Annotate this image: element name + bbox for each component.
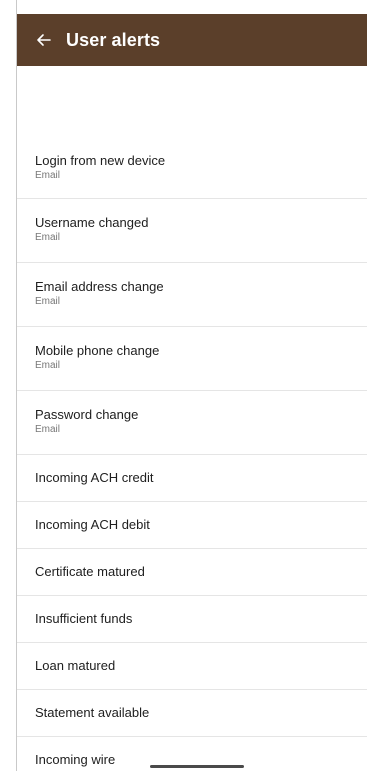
alert-title: Password change [35,407,139,422]
alert-item-incoming-ach-debit[interactable]: Incoming ACH debit [17,502,367,549]
alert-item-password-change[interactable]: Password change Email [17,391,367,455]
arrow-left-icon [31,27,57,53]
app-bar: User alerts [17,14,367,66]
alert-title: Incoming ACH credit [35,470,154,485]
alert-title: Login from new device [35,153,166,168]
alert-item-mobile-phone-change[interactable]: Mobile phone change Email [17,327,367,391]
alert-delivery-method: Email [35,232,61,243]
alert-title: Loan matured [35,658,116,673]
alert-title: Statement available [35,705,150,720]
alert-delivery-method: Email [35,360,61,371]
alert-item-username-changed[interactable]: Username changed Email [17,199,367,263]
alert-item-email-address-change[interactable]: Email address change Email [17,263,367,327]
alert-title: Mobile phone change [35,343,160,358]
alert-title: Email address change [35,279,164,294]
alert-item-insufficient-funds[interactable]: Insufficient funds [17,596,367,643]
alert-title: Incoming ACH debit [35,517,150,532]
screen: User alerts Login from new device Email … [0,0,367,771]
back-button[interactable] [31,27,57,53]
alert-title: Insufficient funds [35,611,133,626]
page-title: User alerts [66,30,161,50]
alert-item-incoming-ach-credit[interactable]: Incoming ACH credit [17,455,367,502]
alert-delivery-method: Email [35,424,61,435]
alert-delivery-method: Email [35,170,61,181]
home-indicator[interactable] [150,765,244,768]
alert-item-certificate-matured[interactable]: Certificate matured [17,549,367,596]
alert-item-loan-matured[interactable]: Loan matured [17,643,367,690]
alert-item-statement-available[interactable]: Statement available [17,690,367,737]
alerts-list: Login from new device Email Username cha… [17,136,367,771]
alert-item-login-from-new-device[interactable]: Login from new device Email [17,136,367,199]
alert-title: Username changed [35,215,149,230]
alert-delivery-method: Email [35,296,61,307]
alert-title: Certificate matured [35,564,145,579]
